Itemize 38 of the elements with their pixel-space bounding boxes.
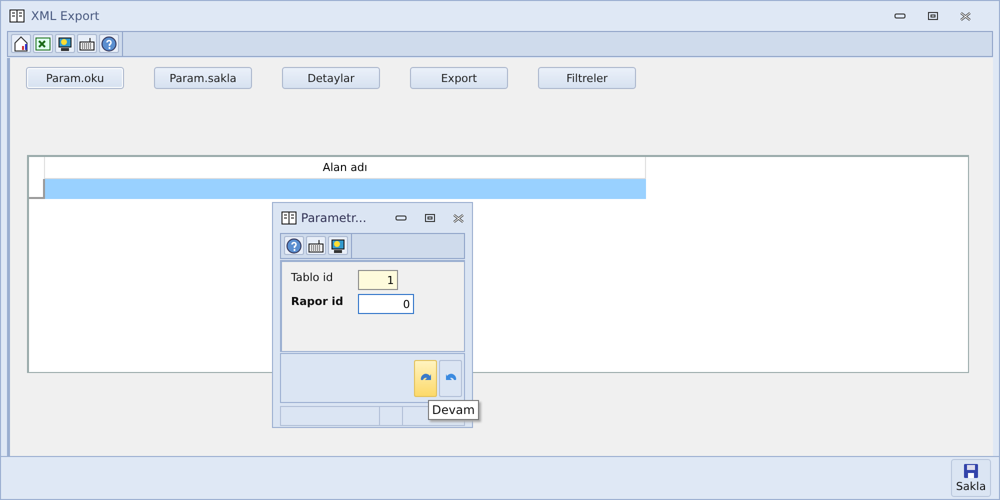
toolbar-button[interactable] — [328, 236, 348, 255]
action-button[interactable]: Param.sakla — [154, 67, 252, 89]
window-title: XML Export — [31, 9, 100, 23]
close-icon[interactable] — [453, 214, 464, 222]
save-button[interactable]: Sakla — [951, 459, 991, 497]
keyboard-icon — [308, 238, 324, 254]
book-icon — [9, 8, 25, 24]
monitor-icon — [57, 36, 73, 52]
field-label: Rapor id — [291, 294, 344, 308]
maximize-icon[interactable] — [928, 12, 938, 20]
toolbar-button[interactable] — [77, 34, 97, 53]
toolbar-button[interactable] — [306, 236, 326, 255]
help-icon — [286, 238, 302, 254]
action-button[interactable]: Export — [410, 67, 508, 89]
toolbar-button[interactable] — [284, 236, 304, 255]
keyboard-icon — [79, 36, 95, 52]
monitor-icon — [330, 238, 346, 254]
minimize-icon[interactable] — [894, 13, 906, 19]
dialog-title: Parametr... — [301, 211, 368, 225]
action-button[interactable]: Detaylar — [282, 67, 380, 89]
field-label: Tablo id — [291, 270, 334, 284]
close-icon[interactable] — [960, 12, 971, 20]
input-field[interactable]: 0 — [358, 294, 414, 314]
maximize-icon[interactable] — [425, 214, 435, 222]
minimize-icon[interactable] — [395, 215, 407, 221]
action-button[interactable]: Param.oku — [26, 67, 124, 89]
tooltip: Devam — [428, 400, 479, 420]
book-icon — [281, 210, 297, 226]
row-header[interactable] — [29, 179, 45, 199]
action-button[interactable]: Filtreler — [538, 67, 636, 89]
input-field[interactable]: 1 — [358, 270, 398, 290]
toolbar-button[interactable] — [33, 34, 53, 53]
toolbar-button[interactable] — [11, 34, 31, 53]
help-icon — [101, 36, 117, 52]
toolbar-button[interactable] — [55, 34, 75, 53]
house-chart-icon — [13, 36, 29, 52]
spreadsheet-icon — [35, 36, 51, 52]
toolbar-button[interactable] — [99, 34, 119, 53]
